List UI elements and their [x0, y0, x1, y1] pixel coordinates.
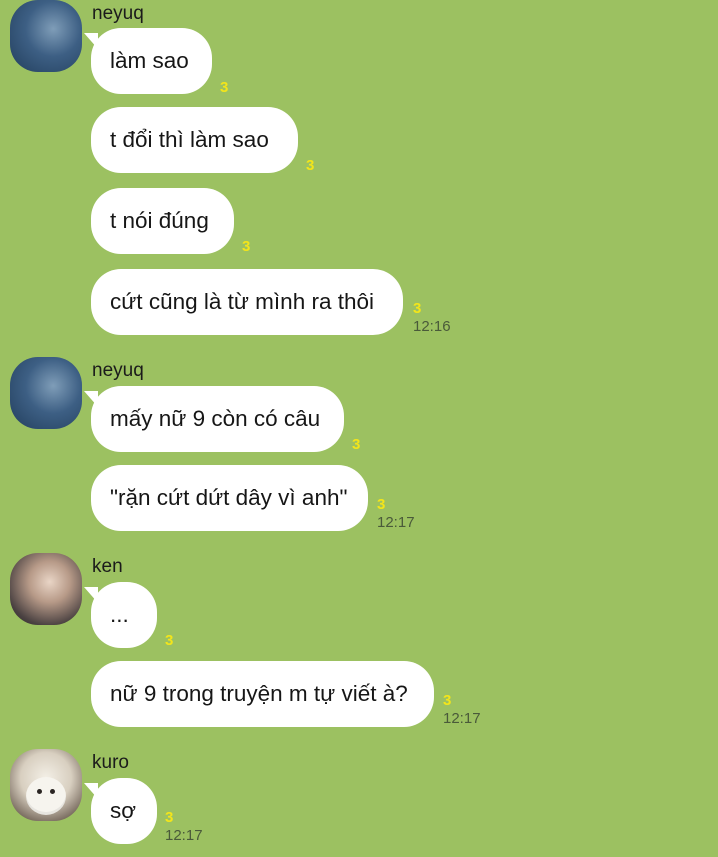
- message-text: sợ: [110, 798, 137, 823]
- avatar-kuro[interactable]: [10, 749, 82, 821]
- message-text: t đổi thì làm sao: [110, 127, 269, 152]
- unread-count: 3: [165, 809, 174, 826]
- avatar-neyuq[interactable]: [10, 357, 82, 429]
- message-bubble[interactable]: cứt cũng là từ mình ra thôi: [91, 269, 403, 335]
- message-bubble[interactable]: sợ: [91, 778, 157, 844]
- message-text: mấy nữ 9 còn có câu: [110, 406, 321, 431]
- timestamp: 12:17: [165, 827, 203, 844]
- sender-name: kuro: [92, 752, 129, 773]
- unread-count: 3: [443, 692, 452, 709]
- message-text: t nói đúng: [110, 208, 209, 233]
- message-text: ...: [110, 602, 129, 627]
- unread-count: 3: [377, 496, 386, 513]
- sender-name: neyuq: [92, 3, 144, 24]
- unread-count: 3: [242, 238, 251, 255]
- unread-count: 3: [306, 157, 315, 174]
- message-bubble[interactable]: mấy nữ 9 còn có câu: [91, 386, 344, 452]
- timestamp: 12:17: [377, 514, 415, 531]
- message-text: "rặn cứt dứt dây vì anh": [110, 485, 348, 510]
- unread-count: 3: [165, 632, 174, 649]
- bear-plush-icon: [26, 777, 66, 815]
- sender-name: neyuq: [92, 360, 144, 381]
- avatar-neyuq[interactable]: [10, 0, 82, 72]
- message-bubble[interactable]: t nói đúng: [91, 188, 234, 254]
- message-text: làm sao: [110, 48, 189, 73]
- message-bubble[interactable]: nữ 9 trong truyện m tự viết à?: [91, 661, 434, 727]
- message-bubble[interactable]: ...: [91, 582, 157, 648]
- message-text: cứt cũng là từ mình ra thôi: [110, 289, 374, 314]
- unread-count: 3: [352, 436, 361, 453]
- message-bubble[interactable]: t đổi thì làm sao: [91, 107, 298, 173]
- sender-name: ken: [92, 556, 123, 577]
- message-text: nữ 9 trong truyện m tự viết à?: [110, 681, 408, 706]
- message-bubble[interactable]: "rặn cứt dứt dây vì anh": [91, 465, 368, 531]
- timestamp: 12:17: [443, 710, 481, 727]
- timestamp: 12:16: [413, 318, 451, 335]
- unread-count: 3: [413, 300, 422, 317]
- avatar-ken[interactable]: [10, 553, 82, 625]
- message-bubble[interactable]: làm sao: [91, 28, 212, 94]
- unread-count: 3: [220, 79, 229, 96]
